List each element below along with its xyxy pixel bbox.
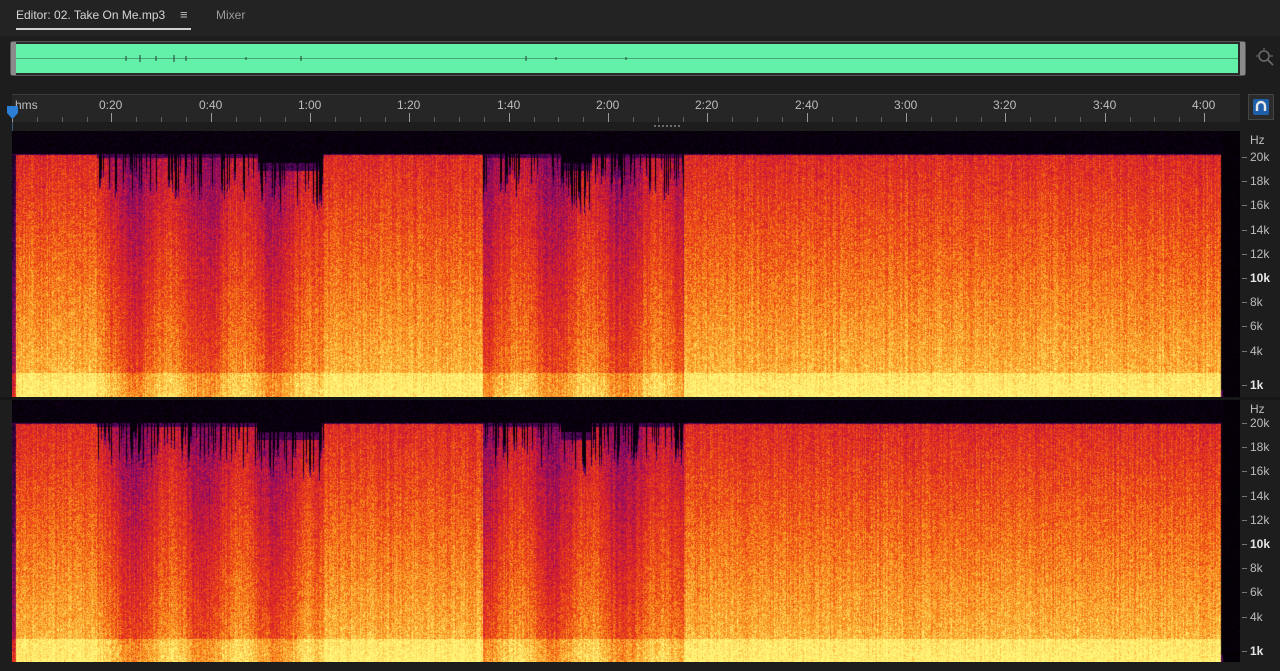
tab-mixer-label: Mixer — [216, 8, 246, 22]
frequency-label: 12k — [1250, 246, 1270, 261]
frequency-label: 18k — [1250, 174, 1270, 189]
frequency-tick — [1242, 616, 1247, 618]
ruler-time-label: 0:40 — [199, 98, 223, 112]
panel-divider-grip[interactable] — [654, 124, 682, 129]
frequency-tick — [1242, 544, 1247, 545]
frequency-label: 12k — [1250, 512, 1270, 527]
time-ruler[interactable]: hms 0:20 0:40 1:00 1:20 1:40 2:00 2:20 2:40 3:00… — [12, 94, 1240, 122]
ruler-time-label: 1:00 — [298, 98, 322, 112]
frequency-label: 1k — [1250, 644, 1264, 658]
frequency-tick — [1242, 651, 1247, 652]
ruler-time-label: 2:40 — [795, 98, 819, 112]
overview-right-handle[interactable] — [1240, 42, 1245, 75]
frequency-tick — [1242, 568, 1247, 570]
frequency-tick — [1242, 423, 1247, 424]
ruler-time-label: 2:20 — [695, 98, 719, 112]
frequency-label: 14k — [1250, 488, 1270, 503]
tab-editor[interactable]: Editor: 02. Take On Me.mp3 — [16, 8, 191, 30]
frequency-label: 6k — [1250, 319, 1263, 334]
frequency-tick — [1242, 385, 1247, 386]
zoom-magnifier-icon[interactable] — [1254, 46, 1276, 68]
ruler-time-label: 3:00 — [894, 98, 918, 112]
frequency-tick — [1242, 229, 1247, 231]
frequency-label: 6k — [1250, 585, 1263, 600]
frequency-tick — [1242, 157, 1247, 158]
tab-editor-label: Editor: 02. Take On Me.mp3 — [16, 8, 166, 22]
frequency-label: 20k — [1250, 150, 1270, 164]
frequency-tick — [1242, 350, 1247, 352]
frequency-tick — [1242, 253, 1247, 255]
frequency-tick — [1242, 205, 1247, 207]
frequency-label: 1k — [1250, 378, 1264, 392]
frequency-tick — [1242, 278, 1247, 279]
frequency-label: 20k — [1250, 416, 1270, 430]
panel-tab-bar: Editor: 02. Take On Me.mp3 ≡ Mixer — [0, 0, 1280, 36]
frequency-tick — [1242, 519, 1247, 521]
frequency-label: 16k — [1250, 198, 1270, 213]
frequency-label: 8k — [1250, 295, 1263, 310]
frequency-label: 18k — [1250, 440, 1270, 455]
ruler-time-label: 3:40 — [1093, 98, 1117, 112]
spectrogram-right-channel[interactable] — [12, 400, 1240, 662]
frequency-label: 10k — [1250, 537, 1271, 551]
frequency-tick — [1242, 471, 1247, 473]
frequency-unit-label: Hz — [1250, 133, 1265, 147]
overview-navigator[interactable] — [10, 41, 1246, 76]
frequency-tick — [1242, 447, 1247, 449]
snap-toggle-button[interactable] — [1248, 94, 1274, 120]
tab-active-underline — [16, 28, 191, 30]
frequency-label: 8k — [1250, 561, 1263, 576]
snap-magnet-icon — [1253, 99, 1269, 115]
tab-mixer[interactable]: Mixer — [216, 8, 245, 22]
ruler-time-label: 1:40 — [497, 98, 521, 112]
frequency-label: 4k — [1250, 609, 1263, 624]
frequency-label: 10k — [1250, 271, 1271, 285]
frequency-axis-left: Hz 20k 18k 16k 14k 12k 10k 8k 6k 4k 1k — [1242, 131, 1280, 397]
frequency-tick — [1242, 181, 1247, 183]
frequency-label: 16k — [1250, 464, 1270, 479]
ruler-time-label: 1:20 — [397, 98, 421, 112]
ruler-time-label: 2:00 — [596, 98, 620, 112]
ruler-time-label: 3:20 — [993, 98, 1017, 112]
overview-waveform-trace — [16, 55, 1238, 62]
ruler-time-label: 4:00 — [1192, 98, 1216, 112]
frequency-label: 4k — [1250, 343, 1263, 358]
panel-menu-glyph: ≡ — [180, 7, 188, 22]
frequency-tick — [1242, 495, 1247, 497]
playhead-marker-icon[interactable] — [6, 106, 19, 120]
ruler-time-label: 0:20 — [99, 98, 123, 112]
panel-menu-icon[interactable]: ≡ — [180, 7, 188, 22]
frequency-label: 14k — [1250, 222, 1270, 237]
spectrogram-left-channel[interactable] — [12, 131, 1240, 397]
frequency-tick — [1242, 326, 1247, 328]
overview-left-handle[interactable] — [11, 42, 16, 75]
frequency-axis-right: Hz 20k 18k 16k 14k 12k 10k 8k 6k 4k 1k — [1242, 400, 1280, 662]
frequency-tick — [1242, 302, 1247, 304]
frequency-unit-label: Hz — [1250, 402, 1265, 416]
ruler-ticks — [12, 113, 1205, 122]
frequency-tick — [1242, 592, 1247, 594]
